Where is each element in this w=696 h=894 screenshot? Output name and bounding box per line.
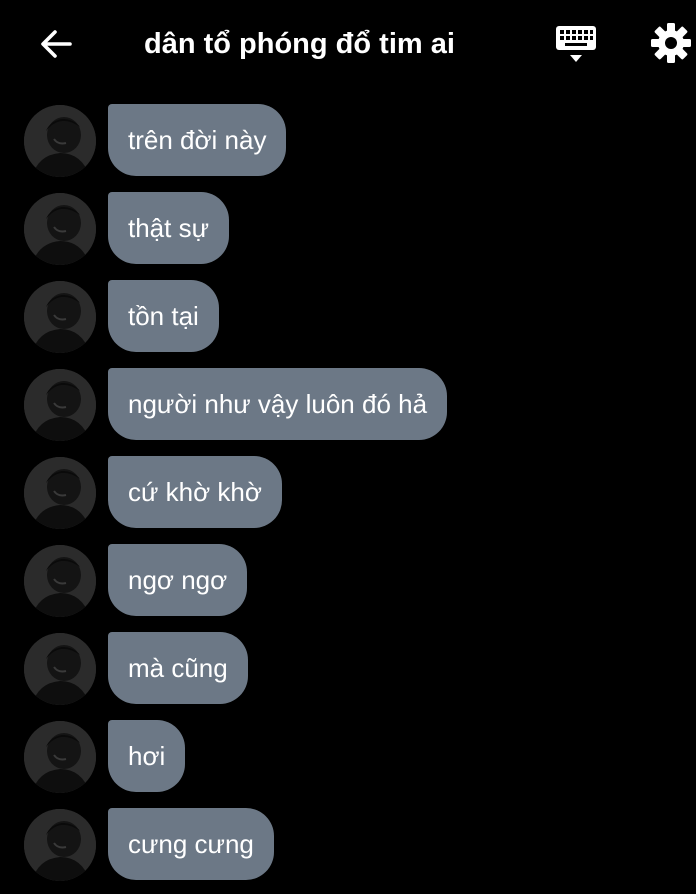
arrow-left-icon — [41, 30, 72, 58]
avatar-image — [24, 105, 96, 177]
avatar-image — [24, 369, 96, 441]
message-bubble: trên đời này — [108, 104, 287, 176]
message-row: trên đời này — [0, 102, 696, 190]
avatar[interactable] — [24, 545, 96, 617]
message-bubble: cứ khờ khờ — [108, 456, 282, 528]
message-row: tồn tại — [0, 278, 696, 366]
avatar[interactable] — [24, 721, 96, 793]
avatar[interactable] — [24, 633, 96, 705]
message-bubble: cưng cưng — [108, 808, 274, 880]
message-bubble: người như vậy luôn đó hả — [108, 368, 448, 440]
keyboard-button[interactable] — [550, 20, 602, 68]
message-row: hơi — [0, 718, 696, 806]
avatar-image — [24, 457, 96, 529]
avatar-image — [24, 809, 96, 881]
avatar[interactable] — [24, 809, 96, 881]
avatar-image — [24, 545, 96, 617]
message-row: ngơ ngơ — [0, 542, 696, 630]
message-bubble: hơi — [108, 720, 186, 792]
message-row: thật sự — [0, 190, 696, 278]
avatar[interactable] — [24, 457, 96, 529]
avatar-image — [24, 193, 96, 265]
message-bubble: ngơ ngơ — [108, 544, 248, 616]
message-list: trên đời này thật sự tồn tại người như v… — [0, 102, 696, 894]
message-bubble: mà cũng — [108, 632, 248, 704]
avatar-image — [24, 633, 96, 705]
message-row: mà cũng — [0, 630, 696, 718]
message-row: cưng cưng — [0, 806, 696, 894]
avatar[interactable] — [24, 281, 96, 353]
chat-header: dân tổ phóng đổ tim ai — [0, 0, 696, 88]
avatar[interactable] — [24, 369, 96, 441]
avatar-image — [24, 281, 96, 353]
message-bubble: thật sự — [108, 192, 229, 264]
gear-icon — [651, 23, 691, 63]
avatar[interactable] — [24, 105, 96, 177]
chat-title: dân tổ phóng đổ tim ai — [144, 28, 455, 60]
message-bubble: tồn tại — [108, 280, 219, 352]
message-row: người như vậy luôn đó hả — [0, 366, 696, 454]
settings-button[interactable] — [646, 18, 696, 68]
avatar-image — [24, 721, 96, 793]
back-button[interactable] — [32, 22, 80, 66]
avatar[interactable] — [24, 193, 96, 265]
keyboard-icon — [556, 26, 596, 62]
message-row: cứ khờ khờ — [0, 454, 696, 542]
